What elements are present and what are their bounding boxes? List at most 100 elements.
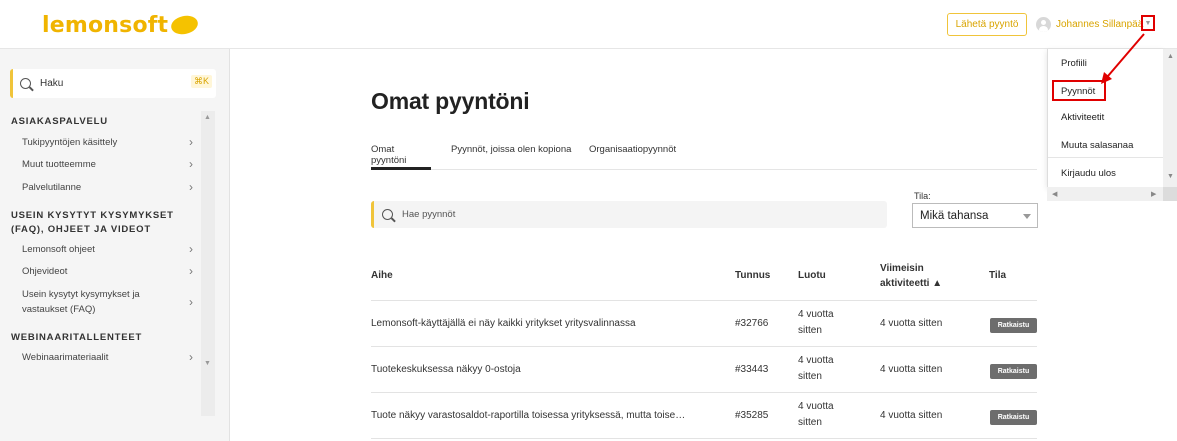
tab-my-requests[interactable]: Omat pyyntöni <box>371 144 431 170</box>
chevron-right-icon: › <box>189 180 193 194</box>
request-created-line2: sitten <box>798 325 822 336</box>
request-activity: 4 vuotta sitten <box>880 410 943 421</box>
avatar-icon <box>1036 16 1051 32</box>
user-menu-caret[interactable]: ▼ <box>1141 15 1155 31</box>
column-header-status[interactable]: Tila <box>989 270 1006 281</box>
tab-cc-requests[interactable]: Pyynnöt, joissa olen kopiona <box>451 144 571 170</box>
request-id: #32766 <box>735 318 769 329</box>
lemon-icon <box>169 13 200 37</box>
search-icon <box>382 209 393 220</box>
scroll-right-arrow-icon[interactable]: ▶ <box>1151 190 1156 198</box>
chevron-right-icon: › <box>189 264 193 278</box>
search-shortcut-badge: ⌘K <box>190 75 212 88</box>
status-badge: Ratkaistu <box>990 318 1037 333</box>
scroll-left-arrow-icon[interactable]: ◀ <box>1052 190 1057 198</box>
menu-item-profile[interactable]: Profiili <box>1061 58 1087 69</box>
sidebar-scrollbar[interactable] <box>201 111 215 416</box>
sidebar-item-label: Ohjevideot <box>22 266 68 277</box>
menu-item-activities[interactable]: Aktiviteetit <box>1061 112 1104 123</box>
status-badge: Ratkaistu <box>990 410 1037 425</box>
column-header-id[interactable]: Tunnus <box>735 270 770 281</box>
chevron-right-icon: › <box>189 157 193 171</box>
tab-organization-requests[interactable]: Organisaatiopyynnöt <box>589 144 676 170</box>
request-search-placeholder: Hae pyynnöt <box>402 209 456 220</box>
scrollbar-corner <box>1163 187 1177 201</box>
scroll-down-arrow-icon[interactable]: ▼ <box>1167 173 1174 180</box>
tab-label: Pyynnöt, joissa olen kopiona <box>451 144 572 155</box>
dropdown-caret-icon <box>1023 214 1031 219</box>
status-filter-select[interactable]: Mikä tahansa <box>912 203 1038 228</box>
status-badge: Ratkaistu <box>990 364 1037 379</box>
menu-divider <box>1048 157 1164 158</box>
sidebar-item-lemonsoft-ohjeet[interactable]: Lemonsoft ohjeet › <box>0 242 200 257</box>
request-created-line1: 4 vuotta <box>798 309 834 320</box>
tab-label: Organisaatiopyynnöt <box>589 144 677 155</box>
request-id: #35285 <box>735 410 769 421</box>
table-row[interactable]: Tuote näkyy varastosaldot-raportilla toi… <box>371 393 1037 439</box>
column-header-activity-line2[interactable]: aktiviteetti ▲ <box>880 278 942 289</box>
request-created-line1: 4 vuotta <box>798 355 834 366</box>
scroll-up-arrow-icon[interactable]: ▲ <box>1167 53 1174 60</box>
status-filter-value: Mikä tahansa <box>920 209 989 222</box>
chevron-right-icon: › <box>189 135 193 149</box>
sidebar-item-muut-tuotteemme[interactable]: Muut tuotteemme › <box>0 157 200 172</box>
search-icon <box>20 78 31 89</box>
request-activity: 4 vuotta sitten <box>880 364 943 375</box>
sidebar-item-label: Tukipyyntöjen käsittely <box>22 137 118 148</box>
user-dropdown-menu: Profiili Pyynnöt Aktiviteetit Muuta sala… <box>1047 49 1164 187</box>
request-subject[interactable]: Lemonsoft-käyttäjällä ei näy kaikki yrit… <box>371 318 636 329</box>
table-row[interactable]: Tuotekeskuksessa näkyy 0-ostoja #33443 4… <box>371 347 1037 393</box>
column-header-subject[interactable]: Aihe <box>371 270 393 281</box>
user-name: Johannes Sillanpää <box>1056 18 1144 30</box>
sidebar-item-ohjevideot[interactable]: Ohjevideot › <box>0 264 200 279</box>
chevron-right-icon: › <box>189 242 193 256</box>
scroll-up-arrow-icon[interactable]: ▲ <box>204 114 211 121</box>
sidebar-item-webinaarimateriaalit[interactable]: Webinaarimateriaalit › <box>0 350 200 365</box>
sidebar-item-faq[interactable]: Usein kysytyt kysymykset ja vastaukset (… <box>0 288 200 318</box>
menu-item-change-password[interactable]: Muuta salasanaa <box>1061 140 1133 151</box>
request-created-line2: sitten <box>798 417 822 428</box>
sidebar-item-label: vastaukset (FAQ) <box>22 304 96 315</box>
tab-label: Omat pyyntöni <box>371 144 407 166</box>
help-center-page: lemonsoft Lähetä pyyntö Johannes Sillanp… <box>0 0 1177 441</box>
section-title-faq-line2: (FAQ), OHJEET JA VIDEOT <box>11 224 151 235</box>
user-menu-toggle[interactable]: Johannes Sillanpää <box>1036 15 1143 33</box>
section-title-customer-service: ASIAKASPALVELU <box>11 116 108 127</box>
lemonsoft-logo[interactable]: lemonsoft <box>42 10 200 40</box>
sidebar-item-label: Usein kysytyt kysymykset ja <box>22 289 140 300</box>
scroll-down-arrow-icon[interactable]: ▼ <box>204 360 211 367</box>
dropdown-horizontal-scrollbar[interactable] <box>1047 187 1163 201</box>
status-filter-label: Tila: <box>914 191 931 201</box>
request-id: #33443 <box>735 364 769 375</box>
sidebar-item-tukipyynnot[interactable]: Tukipyyntöjen käsittely › <box>0 135 200 150</box>
send-request-button[interactable]: Lähetä pyyntö <box>947 13 1027 36</box>
request-search-input[interactable]: Hae pyynnöt <box>371 201 887 228</box>
menu-item-logout[interactable]: Kirjaudu ulos <box>1061 168 1116 179</box>
column-header-activity-line1[interactable]: Viimeisin <box>880 263 924 274</box>
page-title: Omat pyyntöni <box>371 88 530 114</box>
request-activity: 4 vuotta sitten <box>880 318 943 329</box>
request-subject[interactable]: Tuotekeskuksessa näkyy 0-ostoja <box>371 364 521 375</box>
column-header-created[interactable]: Luotu <box>798 270 826 281</box>
chevron-right-icon: › <box>189 350 193 364</box>
sidebar: Haku ⌘K ▲ ▼ ASIAKASPALVELU Tukipyyntöjen… <box>0 49 230 441</box>
sidebar-item-label: Palvelutilanne <box>22 182 82 193</box>
sidebar-search-placeholder: Haku <box>40 78 64 89</box>
request-subject[interactable]: Tuote näkyy varastosaldot-raportilla toi… <box>371 410 685 421</box>
section-title-webinars: WEBINAARITALLENTEET <box>11 332 143 343</box>
section-title-faq-line1: USEIN KYSYTYT KYSYMYKSET <box>11 210 174 221</box>
chevron-down-icon: ▼ <box>1144 19 1152 27</box>
sidebar-item-label: Lemonsoft ohjeet <box>22 244 95 255</box>
chevron-right-icon: › <box>189 295 193 309</box>
sidebar-item-label: Webinaarimateriaalit <box>22 352 109 363</box>
request-created-line2: sitten <box>798 371 822 382</box>
request-created-line1: 4 vuotta <box>798 401 834 412</box>
highlight-box-requests <box>1052 80 1106 101</box>
table-row[interactable]: Lemonsoft-käyttäjällä ei näy kaikki yrit… <box>371 301 1037 347</box>
top-bar: lemonsoft Lähetä pyyntö Johannes Sillanp… <box>0 0 1177 49</box>
sidebar-item-palvelutilanne[interactable]: Palvelutilanne › <box>0 180 200 195</box>
logo-text: lemonsoft <box>42 12 169 38</box>
dropdown-vertical-scrollbar[interactable] <box>1163 49 1177 187</box>
sidebar-search-input[interactable]: Haku ⌘K <box>10 69 216 98</box>
request-tabs: Omat pyyntöni Pyynnöt, joissa olen kopio… <box>371 144 1037 170</box>
